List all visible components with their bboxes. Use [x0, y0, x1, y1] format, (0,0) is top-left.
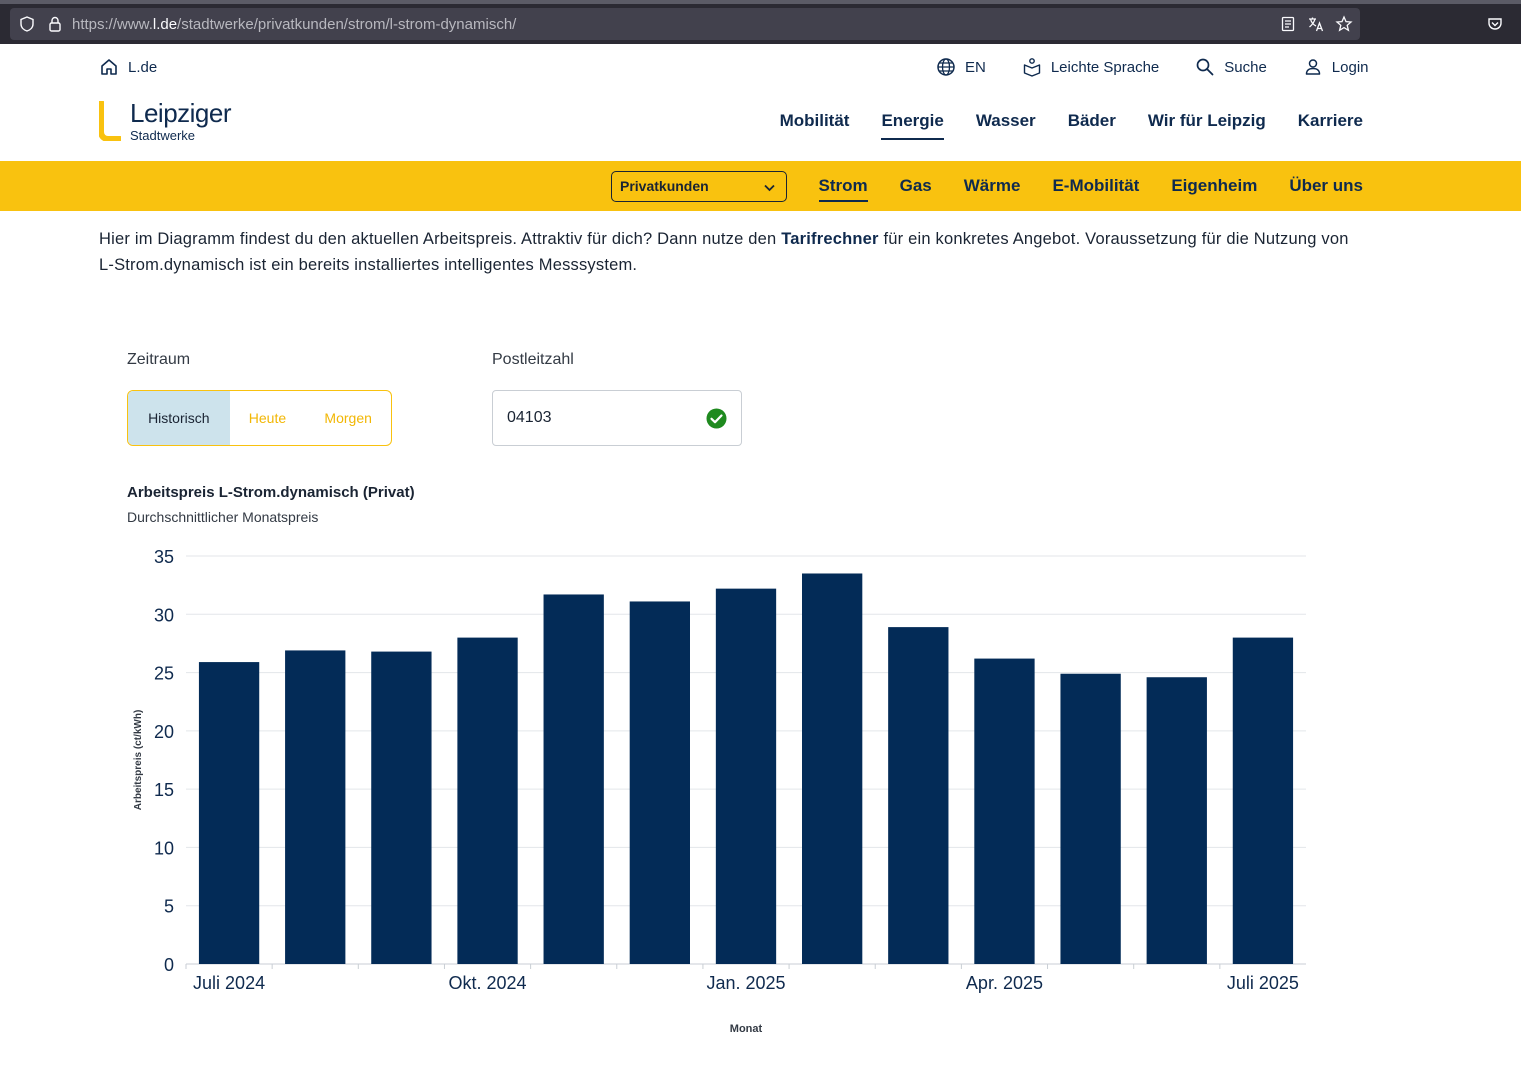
x-axis-title: Monat: [730, 1023, 763, 1035]
chart-subtitle: Durchschnittlicher Monatspreis: [127, 509, 319, 525]
y-axis-title: Arbeitspreis (ct/kWh): [133, 710, 144, 811]
reader-view-icon[interactable]: [1279, 15, 1297, 33]
main-nav: Mobilität Energie Wasser Bäder Wir für L…: [780, 111, 1363, 140]
home-link-label: L.de: [128, 58, 158, 76]
address-bar[interactable]: https://www.l.de/stadtwerke/privatkunden…: [10, 8, 1360, 40]
home-link[interactable]: L.de: [99, 57, 157, 77]
sub-nav-eigenheim[interactable]: Eigenheim: [1171, 176, 1257, 196]
x-tick-label: Jan. 2025: [706, 973, 785, 993]
postal-code-input[interactable]: 04103: [492, 390, 742, 446]
easy-language-label: Leichte Sprache: [1050, 58, 1160, 76]
y-tick-label: 25: [154, 664, 174, 684]
y-tick-label: 5: [164, 897, 174, 917]
x-tick-label: Okt. 2024: [449, 973, 527, 993]
easy-language-link[interactable]: Leichte Sprache: [1022, 57, 1159, 77]
y-tick-label: 30: [154, 605, 174, 625]
user-icon: [1305, 59, 1321, 75]
intro-text: Hier im Diagramm findest du den aktuelle…: [99, 226, 1364, 278]
price-bar: [1146, 677, 1207, 964]
main-nav-energie[interactable]: Energie: [881, 111, 945, 140]
price-bar: [198, 662, 260, 964]
main-nav-mobilitaet[interactable]: Mobilität: [780, 111, 850, 137]
chart-title: Arbeitspreis L-Strom.dynamisch (Privat): [127, 484, 415, 501]
price-bar: [1232, 637, 1294, 964]
intro-text-start: Hier im Diagramm findest du den aktuelle…: [99, 230, 782, 248]
language-switch[interactable]: EN: [936, 57, 986, 77]
price-bar: [974, 658, 1035, 964]
login-label: Login: [1331, 58, 1369, 76]
shield-icon[interactable]: [18, 15, 36, 33]
bookmark-star-icon[interactable]: [1335, 15, 1353, 33]
logo-subtitle: Stadtwerke: [130, 128, 196, 143]
period-historisch-button[interactable]: Historisch: [128, 391, 230, 445]
postal-code-value: 04103: [507, 409, 552, 426]
main-nav-wir-fuer-leipzig[interactable]: Wir für Leipzig: [1148, 111, 1266, 137]
tarifrechner-link[interactable]: Tarifrechner: [781, 230, 878, 248]
sub-nav-strom[interactable]: Strom: [818, 176, 868, 202]
customer-segment-select[interactable]: Privatkunden: [611, 171, 787, 202]
x-tick-label: Apr. 2025: [966, 973, 1043, 993]
period-label: Zeitraum: [127, 351, 191, 368]
language-label: EN: [965, 58, 986, 76]
search-link[interactable]: Suche: [1195, 57, 1267, 77]
y-tick-label: 35: [154, 547, 174, 567]
main-nav-baeder[interactable]: Bäder: [1068, 111, 1116, 137]
sub-nav-bar: Privatkunden Strom Gas Wärme E-Mobilität…: [0, 161, 1521, 211]
y-tick-label: 10: [154, 838, 174, 858]
lock-icon[interactable]: [46, 15, 64, 33]
sub-nav-e-mobilitaet[interactable]: E-Mobilität: [1052, 176, 1139, 196]
translate-icon[interactable]: [1307, 15, 1325, 33]
check-circle-icon: [706, 408, 727, 429]
sub-nav-gas[interactable]: Gas: [900, 176, 932, 196]
period-morgen-button[interactable]: Morgen: [305, 391, 391, 445]
price-bar: [543, 594, 604, 964]
search-icon: [1196, 58, 1214, 76]
price-bar: [371, 651, 432, 964]
price-bar: [888, 627, 949, 964]
price-bar: [802, 573, 863, 964]
globe-icon: [937, 58, 955, 76]
home-icon: [101, 59, 117, 75]
pocket-icon[interactable]: [1486, 15, 1504, 33]
price-bar: [715, 588, 777, 964]
y-tick-label: 15: [154, 780, 174, 800]
customer-segment-value: Privatkunden: [620, 178, 709, 194]
main-nav-karriere[interactable]: Karriere: [1298, 111, 1363, 137]
logo-name: Leipziger: [130, 98, 232, 128]
search-label: Suche: [1224, 58, 1267, 76]
period-toggle: Historisch Heute Morgen: [127, 390, 392, 446]
price-bar-chart: 0 5 10 15 20 25 30 35 Juli 2024 Okt. 2024 Jan. 202…: [133, 547, 1306, 1035]
main-nav-wasser[interactable]: Wasser: [976, 111, 1036, 137]
price-bar: [285, 650, 346, 964]
easy-language-book-icon: [1023, 58, 1041, 77]
price-bar: [629, 601, 690, 964]
browser-toolbar: https://www.l.de/stadtwerke/privatkunden…: [0, 0, 1521, 44]
sub-nav-ueber-uns[interactable]: Über uns: [1289, 176, 1363, 196]
price-bar: [457, 637, 518, 964]
price-bar: [1060, 673, 1121, 964]
chevron-down-icon: [764, 184, 775, 192]
y-tick-label: 0: [164, 955, 174, 975]
x-tick-label: Juli 2025: [1227, 973, 1299, 993]
url-text[interactable]: https://www.l.de/stadtwerke/privatkunden…: [72, 16, 516, 33]
logo-l-mark: [99, 101, 121, 141]
postal-code-label: Postleitzahl: [492, 351, 574, 368]
period-heute-button[interactable]: Heute: [230, 391, 306, 445]
login-link[interactable]: Login: [1303, 57, 1369, 77]
site-logo[interactable]: Leipziger Stadtwerke: [99, 98, 239, 145]
y-tick-label: 20: [154, 722, 174, 742]
sub-nav-links: Strom Gas Wärme E-Mobilität Eigenheim Üb…: [818, 176, 1363, 202]
sub-nav-waerme[interactable]: Wärme: [964, 176, 1021, 196]
x-tick-label: Juli 2024: [193, 973, 265, 993]
